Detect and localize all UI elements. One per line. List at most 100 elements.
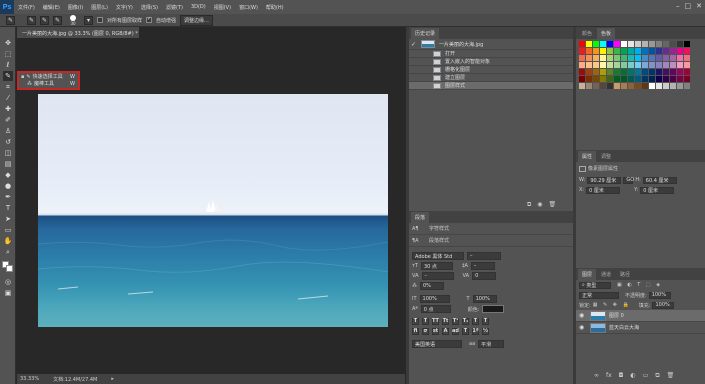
swatch[interactable] bbox=[607, 69, 613, 75]
pen-tool-icon[interactable]: ✒ bbox=[3, 192, 13, 202]
swatch[interactable] bbox=[649, 62, 655, 68]
swatch[interactable] bbox=[642, 83, 648, 89]
swatch[interactable] bbox=[670, 55, 676, 61]
history-trash-icon[interactable]: 🗑 bbox=[549, 201, 557, 209]
snapshot-camera-icon[interactable]: ◉ bbox=[537, 201, 542, 209]
swatch[interactable] bbox=[600, 48, 606, 54]
font-style-select[interactable]: – bbox=[467, 252, 501, 260]
swatch[interactable] bbox=[593, 62, 599, 68]
swatch[interactable] bbox=[579, 76, 585, 82]
subscript-button[interactable]: T₁ bbox=[462, 317, 469, 325]
x-input[interactable]: 0 厘米 bbox=[586, 186, 621, 194]
history-item[interactable]: 建立图层 bbox=[409, 74, 573, 82]
swatch[interactable] bbox=[642, 48, 648, 54]
antialias-select[interactable]: 平滑 bbox=[478, 340, 505, 348]
swatch[interactable] bbox=[600, 69, 606, 75]
folder-icon[interactable]: ▭ bbox=[643, 372, 649, 380]
menu-window[interactable]: 窗口(W) bbox=[235, 4, 262, 11]
ligature-button[interactable]: fi bbox=[412, 327, 419, 335]
swatch[interactable] bbox=[649, 55, 655, 61]
tab-color[interactable]: 颜色 bbox=[578, 28, 596, 39]
swatch[interactable] bbox=[656, 48, 662, 54]
text-color-swatch[interactable] bbox=[482, 305, 505, 313]
swatch[interactable] bbox=[670, 62, 676, 68]
swatch[interactable] bbox=[663, 55, 669, 61]
tsume-input[interactable]: 0% bbox=[420, 282, 444, 290]
swatch[interactable] bbox=[586, 76, 592, 82]
swatch[interactable] bbox=[607, 41, 613, 47]
swatch[interactable] bbox=[593, 69, 599, 75]
swatch[interactable] bbox=[663, 41, 669, 47]
new-selection-button[interactable]: ✎ bbox=[27, 15, 36, 25]
ordinal-button[interactable]: 1ª bbox=[472, 327, 479, 335]
swatch[interactable] bbox=[600, 62, 606, 68]
swatch[interactable] bbox=[663, 62, 669, 68]
sample-all-layers-checkbox[interactable] bbox=[97, 17, 103, 23]
flyout-quick-selection[interactable]: ▪ ✎ 快速选择工具 W bbox=[19, 73, 78, 81]
swatch[interactable] bbox=[635, 69, 641, 75]
swatch[interactable] bbox=[586, 62, 592, 68]
new-layer-icon[interactable]: ⧉ bbox=[655, 372, 659, 380]
swatch[interactable] bbox=[663, 48, 669, 54]
underline-button[interactable]: T bbox=[472, 317, 479, 325]
history-item[interactable]: 栅格化图层 bbox=[409, 66, 573, 74]
tab-swatches[interactable]: 色板 bbox=[597, 28, 616, 39]
tool-preset-picker[interactable]: ✎ bbox=[6, 15, 15, 25]
menu-image[interactable]: 图像(I) bbox=[64, 4, 87, 11]
swatch[interactable] bbox=[677, 76, 683, 82]
swatch[interactable] bbox=[635, 41, 641, 47]
swatch[interactable] bbox=[628, 62, 634, 68]
tab-properties[interactable]: 属性 bbox=[578, 151, 597, 162]
swatch[interactable] bbox=[600, 76, 606, 82]
swatch[interactable] bbox=[684, 76, 690, 82]
healing-brush-icon[interactable]: ✚ bbox=[3, 104, 13, 114]
fx-icon[interactable]: fx bbox=[606, 372, 612, 380]
swatch[interactable] bbox=[684, 41, 690, 47]
swatch[interactable] bbox=[586, 55, 592, 61]
swatch[interactable] bbox=[684, 69, 690, 75]
swatch[interactable] bbox=[579, 55, 585, 61]
swatch[interactable] bbox=[642, 62, 648, 68]
new-document-from-state-icon[interactable]: ⧉ bbox=[527, 201, 531, 209]
layer-name[interactable]: 图层 0 bbox=[609, 312, 624, 319]
swatch[interactable] bbox=[628, 48, 634, 54]
menu-layer[interactable]: 图层(L) bbox=[87, 4, 112, 11]
fill-input[interactable]: 100% bbox=[652, 301, 675, 309]
gradient-tool-icon[interactable]: ▤ bbox=[3, 159, 13, 169]
swatch[interactable] bbox=[677, 62, 683, 68]
minimize-icon[interactable]: – bbox=[676, 2, 680, 10]
swatch[interactable] bbox=[614, 41, 620, 47]
menu-type[interactable]: 文字(Y) bbox=[112, 4, 137, 11]
swatch[interactable] bbox=[670, 41, 676, 47]
swatch[interactable] bbox=[593, 76, 599, 82]
menu-file[interactable]: 文件(F) bbox=[14, 4, 39, 11]
swatch[interactable] bbox=[663, 76, 669, 82]
history-item[interactable]: 打开 bbox=[409, 50, 573, 58]
trash-icon[interactable]: 🗑 bbox=[667, 372, 675, 380]
swatch[interactable] bbox=[579, 69, 585, 75]
visibility-eye-icon[interactable]: ◉ bbox=[579, 324, 587, 331]
zoom-level[interactable]: 33.33% bbox=[20, 376, 39, 382]
char-style-row[interactable]: A¶ 字符样式 bbox=[409, 223, 573, 235]
swatch[interactable] bbox=[670, 69, 676, 75]
swatch[interactable] bbox=[628, 55, 634, 61]
layer-filter-icons[interactable]: ▣ ◐ T ⬚ ◈ bbox=[617, 282, 662, 288]
swatch[interactable] bbox=[628, 76, 634, 82]
swatch[interactable] bbox=[635, 55, 641, 61]
hand-tool-icon[interactable]: ✋ bbox=[3, 236, 13, 246]
lasso-tool-icon[interactable]: ℓ bbox=[3, 60, 13, 70]
swatch[interactable] bbox=[607, 83, 613, 89]
swatch[interactable] bbox=[621, 83, 627, 89]
swatch[interactable] bbox=[677, 83, 683, 89]
swatch[interactable] bbox=[670, 76, 676, 82]
layer-row[interactable]: ◉ 图层 0 bbox=[576, 310, 705, 322]
swatch[interactable] bbox=[586, 83, 592, 89]
swatch[interactable] bbox=[586, 48, 592, 54]
horizontal-scale-input[interactable]: 100% bbox=[472, 295, 497, 303]
history-brush-icon[interactable]: ↺ bbox=[3, 137, 13, 147]
move-tool-icon[interactable]: ✥ bbox=[3, 38, 13, 48]
swatch[interactable] bbox=[593, 48, 599, 54]
language-select[interactable]: 美国英语 bbox=[412, 340, 462, 348]
swatch[interactable] bbox=[649, 83, 655, 89]
eyedropper-tool-icon[interactable]: ⁄ bbox=[3, 93, 13, 103]
